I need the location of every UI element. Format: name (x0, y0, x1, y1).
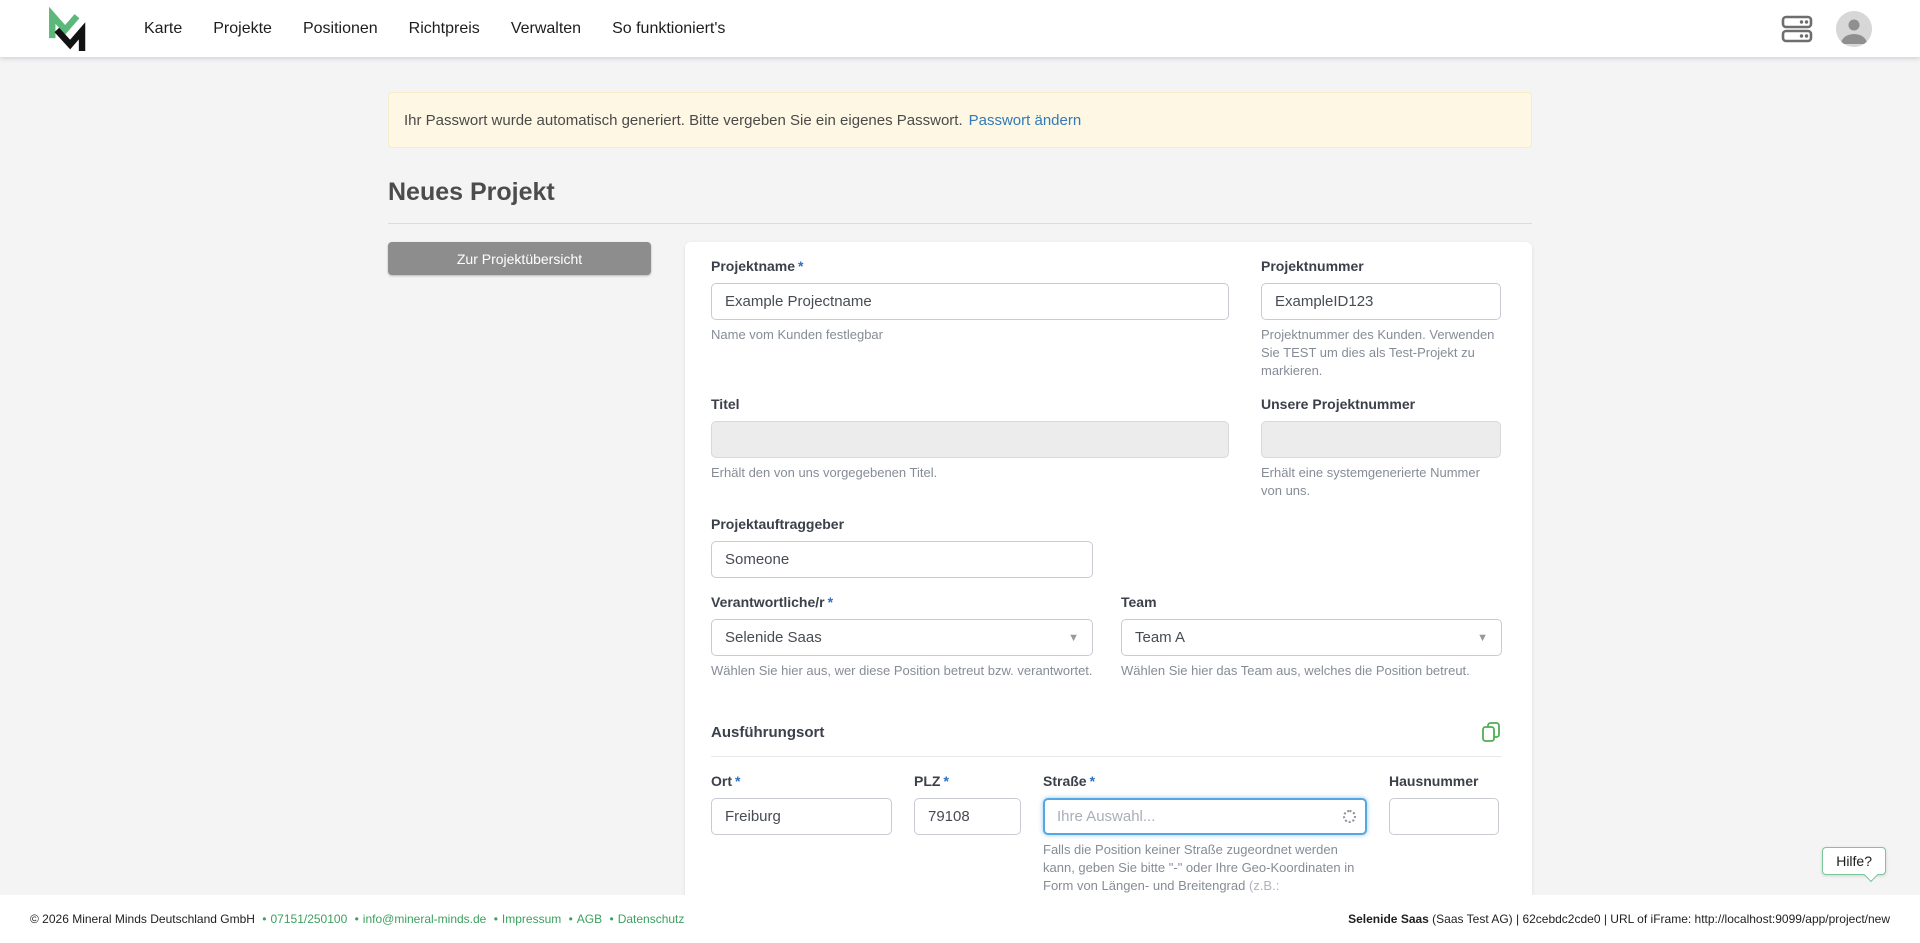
help-button[interactable]: Hilfe? (1822, 847, 1886, 875)
verantwortlicher-helper: Wählen Sie hier aus, wer diese Position … (711, 662, 1093, 680)
field-ort: Ort* (711, 773, 892, 895)
projektnummer-helper: Projektnummer des Kunden. Verwenden Sie … (1261, 326, 1501, 380)
footer-left: © 2026 Mineral Minds Deutschland GmbH • 0… (30, 912, 684, 926)
footer-separator: • (494, 912, 498, 926)
footer-datenschutz-link[interactable]: Datenschutz (618, 912, 685, 926)
required-marker: * (735, 773, 740, 789)
nav-item-positionen[interactable]: Positionen (303, 20, 378, 38)
titel-input (711, 421, 1229, 458)
projektauftraggeber-label: Projektauftraggeber (711, 516, 1093, 532)
verantwortlicher-selected-value: Selenide Saas (725, 629, 822, 646)
field-projektnummer: Projektnummer Projektnummer des Kunden. … (1261, 258, 1501, 380)
nav-item-so-funktionierts[interactable]: So funktioniert's (612, 20, 725, 38)
brand-logo[interactable] (44, 7, 88, 51)
loading-spinner-icon (1343, 810, 1356, 823)
projektnummer-input[interactable] (1261, 283, 1501, 320)
required-marker: * (828, 594, 833, 610)
user-avatar[interactable] (1836, 11, 1872, 47)
footer-phone-link[interactable]: 07151/250100 (271, 912, 348, 926)
footer-username: Selenide Saas (1348, 912, 1429, 926)
projektname-input[interactable] (711, 283, 1229, 320)
verantwortlicher-label: Verantwortliche/r* (711, 594, 1093, 610)
team-select[interactable]: Team A ▼ (1121, 619, 1502, 656)
hausnummer-label: Hausnummer (1389, 773, 1499, 789)
hausnummer-input[interactable] (1389, 798, 1499, 835)
mineral-minds-logo-icon (44, 7, 88, 51)
title-divider (388, 223, 1532, 224)
left-column: Zur Projektübersicht (388, 242, 685, 895)
strasse-helper: Falls die Position keiner Straße zugeord… (1043, 841, 1367, 895)
password-change-link[interactable]: Passwort ändern (969, 112, 1082, 129)
projektname-label: Projektname* (711, 258, 1229, 274)
chevron-down-icon: ▼ (1477, 632, 1488, 644)
footer-separator: • (609, 912, 613, 926)
nav-item-karte[interactable]: Karte (144, 20, 182, 38)
new-project-form-card: Projektname* Name vom Kunden festlegbar … (685, 242, 1532, 895)
verantwortlicher-select[interactable]: Selenide Saas ▼ (711, 619, 1093, 656)
ausfuehrungsort-section-header: Ausführungsort (711, 720, 1502, 757)
nav-item-richtpreis[interactable]: Richtpreis (409, 20, 480, 38)
plz-input[interactable] (914, 798, 1021, 835)
field-hausnummer: Hausnummer (1389, 773, 1499, 895)
unsere-projektnummer-label: Unsere Projektnummer (1261, 396, 1501, 412)
titel-label: Titel (711, 396, 1229, 412)
team-helper: Wählen Sie hier das Team aus, welches di… (1121, 662, 1502, 680)
footer-separator: • (262, 912, 266, 926)
page-title: Neues Projekt (388, 178, 1532, 207)
banner-text: Ihr Passwort wurde automatisch generiert… (404, 112, 963, 129)
strasse-label: Straße* (1043, 773, 1367, 789)
person-icon (1836, 11, 1872, 47)
main-nav: Karte Projekte Positionen Richtpreis Ver… (144, 20, 725, 38)
field-projektname: Projektname* Name vom Kunden festlegbar (711, 258, 1229, 380)
projektname-helper: Name vom Kunden festlegbar (711, 326, 1229, 344)
required-marker: * (943, 773, 948, 789)
server-icon[interactable] (1780, 14, 1814, 44)
team-label: Team (1121, 594, 1502, 610)
field-projektauftraggeber: Projektauftraggeber (711, 516, 1093, 578)
unsere-projektnummer-helper: Erhält eine systemgenerierte Nummer von … (1261, 464, 1501, 500)
footer-agb-link[interactable]: AGB (577, 912, 602, 926)
footer-copyright: © 2026 Mineral Minds Deutschland GmbH (30, 912, 255, 926)
field-plz: PLZ* (914, 773, 1021, 895)
field-strasse: Straße* Falls die Position keiner Straße… (1043, 773, 1367, 895)
topnav-right-actions (1780, 11, 1872, 47)
plz-label: PLZ* (914, 773, 1021, 789)
page-body: Ihr Passwort wurde automatisch generiert… (0, 57, 1920, 895)
required-marker: * (1090, 773, 1095, 789)
nav-item-projekte[interactable]: Projekte (213, 20, 272, 38)
footer-session-details: (Saas Test AG) | 62cebdc2cde0 | URL of i… (1429, 912, 1890, 926)
field-team: Team Team A ▼ Wählen Sie hier das Team a… (1121, 594, 1502, 680)
footer-email-link[interactable]: info@mineral-minds.de (363, 912, 487, 926)
titel-helper: Erhält den von uns vorgegebenen Titel. (711, 464, 1229, 482)
page-footer: © 2026 Mineral Minds Deutschland GmbH • 0… (0, 895, 1920, 943)
team-selected-value: Team A (1135, 629, 1185, 646)
projektnummer-label: Projektnummer (1261, 258, 1501, 274)
unsere-projektnummer-input (1261, 421, 1501, 458)
strasse-input[interactable] (1043, 798, 1367, 835)
required-marker: * (798, 258, 803, 274)
chevron-down-icon: ▼ (1068, 632, 1079, 644)
back-to-project-overview-button[interactable]: Zur Projektübersicht (388, 242, 651, 275)
footer-separator: • (355, 912, 359, 926)
nav-item-verwalten[interactable]: Verwalten (511, 20, 581, 38)
ausfuehrungsort-heading: Ausführungsort (711, 724, 824, 741)
field-titel: Titel Erhält den von uns vorgegebenen Ti… (711, 396, 1229, 500)
copy-icon[interactable] (1480, 720, 1502, 744)
field-unsere-projektnummer: Unsere Projektnummer Erhält eine systemg… (1261, 396, 1501, 500)
footer-session-info: Selenide Saas (Saas Test AG) | 62cebdc2c… (1348, 912, 1890, 926)
projektauftraggeber-input[interactable] (711, 541, 1093, 578)
field-verantwortlicher: Verantwortliche/r* Selenide Saas ▼ Wähle… (711, 594, 1093, 680)
ort-input[interactable] (711, 798, 892, 835)
password-warning-banner: Ihr Passwort wurde automatisch generiert… (388, 92, 1532, 148)
ort-label: Ort* (711, 773, 892, 789)
footer-separator: • (569, 912, 573, 926)
footer-impressum-link[interactable]: Impressum (502, 912, 561, 926)
top-navigation-bar: Karte Projekte Positionen Richtpreis Ver… (0, 0, 1920, 57)
